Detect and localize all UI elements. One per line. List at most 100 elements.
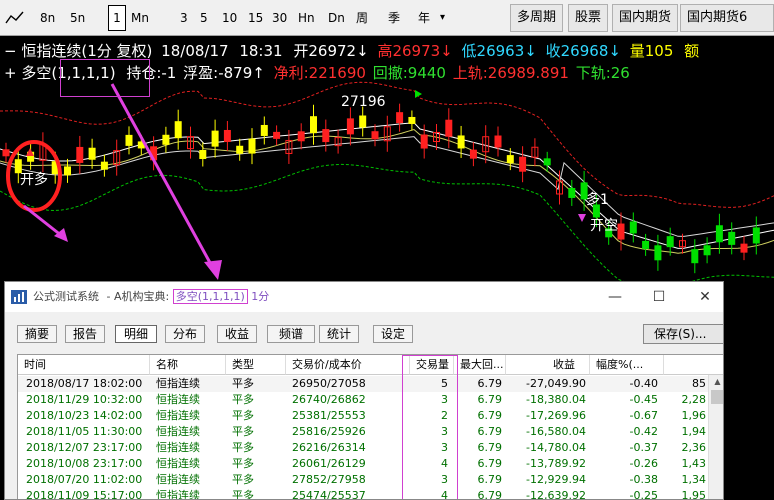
signal-open-long-label: 开多 — [20, 171, 48, 188]
tab-settings[interactable]: 设定 — [373, 325, 413, 343]
candle-body — [346, 118, 354, 135]
cell-type: 平多 — [232, 489, 254, 500]
cell-name: 恒指连续 — [156, 489, 200, 500]
cell-type: 平多 — [232, 425, 254, 438]
candle-body — [273, 131, 281, 139]
multi-period-button[interactable]: 多周期 — [510, 4, 564, 32]
col-type-header[interactable]: 类型 — [226, 355, 286, 375]
candle-body — [223, 129, 231, 142]
cell-price: 26950/27058 — [292, 377, 366, 390]
col-price-header[interactable]: 交易价/成本价 — [286, 355, 410, 375]
domestic-futures-button[interactable]: 国内期货 — [612, 4, 679, 32]
cell-pct: -0.67 — [629, 409, 658, 422]
collapse-indicator-icon[interactable]: + — [4, 64, 17, 82]
cell-profit: -16,580.04 — [526, 425, 586, 438]
chart-type-icon[interactable] — [4, 9, 26, 27]
formula-test-dialog: 公式测试系统 - A机构宝典: 多空(1,1,1,1) 1分 — ☐ ✕ 摘要 … — [4, 281, 724, 500]
period-quarter-button[interactable]: 季 — [388, 5, 400, 31]
cell-profit: -14,780.04 — [526, 441, 586, 454]
cell-pct: -0.25 — [629, 489, 658, 500]
tab-distribution[interactable]: 分布 — [165, 325, 205, 343]
cell-pct: -0.40 — [629, 377, 658, 390]
period-dn-button[interactable]: Dn — [328, 5, 345, 31]
period-5n-button[interactable]: 5n — [70, 5, 85, 31]
cell-name: 恒指连续 — [156, 457, 200, 470]
candle-body — [506, 155, 514, 164]
close-value: 26968 — [560, 42, 609, 60]
candle-body — [248, 138, 256, 154]
vertical-scrollbar[interactable]: ▲ — [708, 375, 723, 499]
col-name-header[interactable]: 名称 — [150, 355, 226, 375]
stocks-button[interactable]: 股票 — [568, 4, 609, 32]
tab-report[interactable]: 报告 — [65, 325, 105, 343]
col-pct-header[interactable]: 幅度%(... — [590, 355, 664, 375]
table-row[interactable]: 2018/08/17 18:02:00 恒指连续 平多 26950/27058 5 6.7… — [18, 376, 708, 392]
save-button[interactable]: 保存(S)... — [643, 324, 723, 344]
period-30-button[interactable]: 30 — [272, 5, 287, 31]
peak-price-label: 27196 — [341, 94, 386, 110]
cell-maxdd: 6.79 — [477, 457, 503, 470]
cell-profit: -27,049.90 — [526, 377, 586, 390]
table-row[interactable]: 2018/12/07 23:17:00 恒指连续 平多 26216/26314 3 6.7… — [18, 440, 708, 456]
period-3-button[interactable]: 3 — [180, 5, 188, 31]
cell-price: 25816/25926 — [292, 425, 366, 438]
quote-date: 18/08/17 — [161, 42, 229, 60]
period-10-button[interactable]: 10 — [222, 5, 237, 31]
cell-maxdd: 6.79 — [477, 441, 503, 454]
scroll-up-icon[interactable]: ▲ — [709, 375, 723, 389]
col-maxdd-header[interactable]: 最大回... — [454, 355, 506, 375]
table-row[interactable]: 2018/11/29 10:32:00 恒指连续 平多 26740/26862 3 6.7… — [18, 392, 708, 408]
close-button[interactable]: ✕ — [685, 282, 723, 312]
table-row[interactable]: 2018/11/09 15:17:00 恒指连续 平多 25474/25537 4 6.7… — [18, 488, 708, 500]
period-year-button[interactable]: 年 — [418, 5, 430, 31]
period-5-button[interactable]: 5 — [200, 5, 208, 31]
domestic-futures6-button[interactable]: 国内期货6 — [680, 4, 774, 32]
volume-value: 105 — [644, 42, 674, 60]
period-week-button[interactable]: 周 — [356, 5, 368, 31]
tab-spectrum[interactable]: 频谱 — [267, 325, 315, 343]
maximize-button[interactable]: ☐ — [639, 282, 679, 312]
period-15-button[interactable]: 15 — [248, 5, 263, 31]
cell-time: 2018/12/07 23:17:00 — [26, 441, 143, 454]
table-row[interactable]: 2018/10/23 14:02:00 恒指连续 平多 25381/25553 2 6.7… — [18, 408, 708, 424]
tab-statistics[interactable]: 统计 — [319, 325, 359, 343]
candle-body — [88, 147, 96, 160]
table-row[interactable]: 2018/11/05 11:30:00 恒指连续 平多 25816/25926 3 6.7… — [18, 424, 708, 440]
scroll-thumb[interactable] — [711, 390, 723, 404]
period-8n-button[interactable]: 8n — [40, 5, 55, 31]
tab-returns[interactable]: 收益 — [217, 325, 257, 343]
candle-body — [260, 124, 268, 136]
candle-body — [457, 135, 465, 149]
collapse-icon[interactable]: − — [4, 42, 17, 60]
table-row[interactable]: 2018/07/20 11:02:00 恒指连续 平多 27852/27958 3 6.7… — [18, 472, 708, 488]
upper-band-value: 上轨:26989.891 — [452, 64, 569, 82]
toolbar-dropdown-icon[interactable]: ▾ — [440, 5, 445, 31]
cell-price: 25381/25553 — [292, 409, 366, 422]
col-profit-header[interactable]: 收益 — [506, 355, 590, 375]
cell-maxdd: 6.79 — [477, 473, 503, 486]
period-mn-button[interactable]: Mn — [131, 5, 149, 31]
candle-body — [740, 243, 748, 253]
cell-maxdd: 6.79 — [477, 393, 503, 406]
indicator-name: 多空 — [21, 64, 52, 82]
dialog-title: 公式测试系统 - A机构宝典: 多空(1,1,1,1) 1分 — [33, 282, 269, 312]
tab-details[interactable]: 明细 — [115, 325, 157, 343]
col-extra-header[interactable] — [664, 355, 723, 375]
lower-band-value: 下轨:26 — [575, 64, 630, 82]
minimize-button[interactable]: — — [595, 282, 635, 312]
candle-body — [64, 166, 71, 176]
candle-body — [629, 221, 637, 234]
table-row[interactable]: 2018/10/08 23:17:00 恒指连续 平多 26061/26129 4 6.7… — [18, 456, 708, 472]
period-1-button[interactable]: 1 — [108, 5, 126, 31]
period-hn-button[interactable]: Hn — [298, 5, 315, 31]
cell-extra: 1,43 — [681, 457, 707, 470]
cell-name: 恒指连续 — [156, 377, 200, 390]
cell-extra: 1,95 — [681, 489, 707, 500]
tab-summary[interactable]: 摘要 — [17, 325, 57, 343]
cell-profit: -12,929.94 — [526, 473, 586, 486]
col-time-header[interactable]: 时间 — [18, 355, 150, 375]
cell-time: 2018/08/17 18:02:00 — [26, 377, 143, 390]
quote-time: 18:31 — [239, 42, 283, 60]
title-app: 公式测试系统 — [33, 290, 99, 303]
sell-arrow-icon — [578, 214, 586, 222]
